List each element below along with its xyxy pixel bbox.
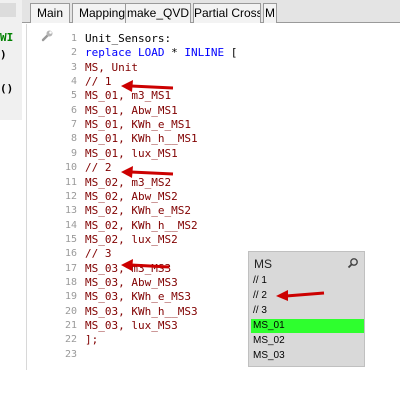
list-item[interactable]: // 3 xyxy=(251,304,364,318)
line-number: 2 xyxy=(70,47,77,59)
left-panel-fragment: WI ) () xyxy=(0,0,22,120)
left-fragment-text: () xyxy=(0,82,14,95)
tab-bar: Main Mapping make_QVD Partial Cross M xyxy=(22,0,400,23)
list-item[interactable]: MS_03 xyxy=(251,349,364,363)
code-line: replace LOAD * INLINE [ xyxy=(85,46,237,60)
line-number: 11 xyxy=(64,176,77,188)
line-number: 1 xyxy=(70,33,77,44)
line-number: 16 xyxy=(64,248,77,260)
code-text: [ xyxy=(224,46,238,60)
code-line: Unit_Sensors: xyxy=(85,32,172,45)
search-icon[interactable] xyxy=(347,257,359,269)
tab-overflow[interactable]: M xyxy=(263,3,277,23)
line-number: 20 xyxy=(64,305,77,317)
code-line: MS_02, KWh_h__MS2 xyxy=(85,218,198,232)
arrow-icon xyxy=(121,80,174,92)
line-number: 23 xyxy=(64,348,77,360)
code-line: MS, Unit xyxy=(85,60,138,74)
code-line: // 3 xyxy=(85,247,112,261)
code-line: MS_03, lux_MS3 xyxy=(85,319,178,332)
tab-make-qvd[interactable]: make_QVD xyxy=(125,3,191,23)
line-number: 9 xyxy=(70,147,77,159)
code-line: MS_01, Abw_MS1 xyxy=(85,103,178,117)
tab-main[interactable]: Main xyxy=(30,3,70,23)
list-item[interactable]: // 1 xyxy=(251,274,364,288)
code-line: MS_03, KWh_h__MS3 xyxy=(85,304,198,318)
code-line: MS_01, KWh_e_MS1 xyxy=(85,118,191,132)
arrow-icon xyxy=(121,166,174,178)
line-number: 6 xyxy=(70,104,77,116)
line-number: 7 xyxy=(70,119,77,131)
tab-mapping[interactable]: Mapping xyxy=(72,3,132,23)
left-fragment-text: WI xyxy=(0,31,14,44)
line-number: 19 xyxy=(64,291,77,303)
code-line: MS_02, lux_MS2 xyxy=(85,232,178,246)
line-number: 8 xyxy=(70,133,77,145)
code-line: MS_02, KWh_e_MS2 xyxy=(85,204,191,218)
listbox-title: MS xyxy=(254,257,272,271)
line-number: 12 xyxy=(64,190,77,202)
arrow-icon xyxy=(121,259,170,271)
code-line: MS_03, KWh_e_MS3 xyxy=(85,290,191,304)
keyword: INLINE xyxy=(184,46,225,60)
line-number: 14 xyxy=(64,219,77,231)
line-number: 21 xyxy=(64,320,77,331)
left-panel-header xyxy=(0,3,16,17)
left-fragment-text: ) xyxy=(0,48,7,61)
code-line: // 1 xyxy=(85,75,112,89)
list-item-selected[interactable]: MS_01 xyxy=(251,319,364,333)
list-item[interactable]: MS_02 xyxy=(251,334,364,348)
keyword: replace LOAD xyxy=(85,46,165,60)
code-line: MS_03, Abw_MS3 xyxy=(85,275,178,289)
line-number: 5 xyxy=(70,90,77,102)
code-line: MS_02, Abw_MS2 xyxy=(85,189,178,203)
line-number: 15 xyxy=(64,233,77,245)
line-number: 13 xyxy=(64,205,77,217)
line-number: 18 xyxy=(64,276,77,288)
code-line: MS_01, lux_MS1 xyxy=(85,146,178,160)
line-number: 22 xyxy=(64,334,77,346)
line-number: 17 xyxy=(64,262,77,274)
line-number: 10 xyxy=(64,162,77,174)
code-text: * xyxy=(164,46,185,60)
code-line: // 2 xyxy=(85,161,112,175)
line-number: 4 xyxy=(70,76,77,88)
ms-listbox[interactable]: MS // 1 // 2 // 3 MS_01 MS_02 MS_03 xyxy=(248,251,365,367)
wrench-icon[interactable] xyxy=(40,29,54,43)
tab-partial-cross[interactable]: Partial Cross xyxy=(193,3,261,23)
line-number: 3 xyxy=(70,61,77,73)
code-line: MS_01, KWh_h__MS1 xyxy=(85,132,198,146)
arrow-icon xyxy=(276,290,325,301)
code-line: ]; xyxy=(85,333,99,347)
